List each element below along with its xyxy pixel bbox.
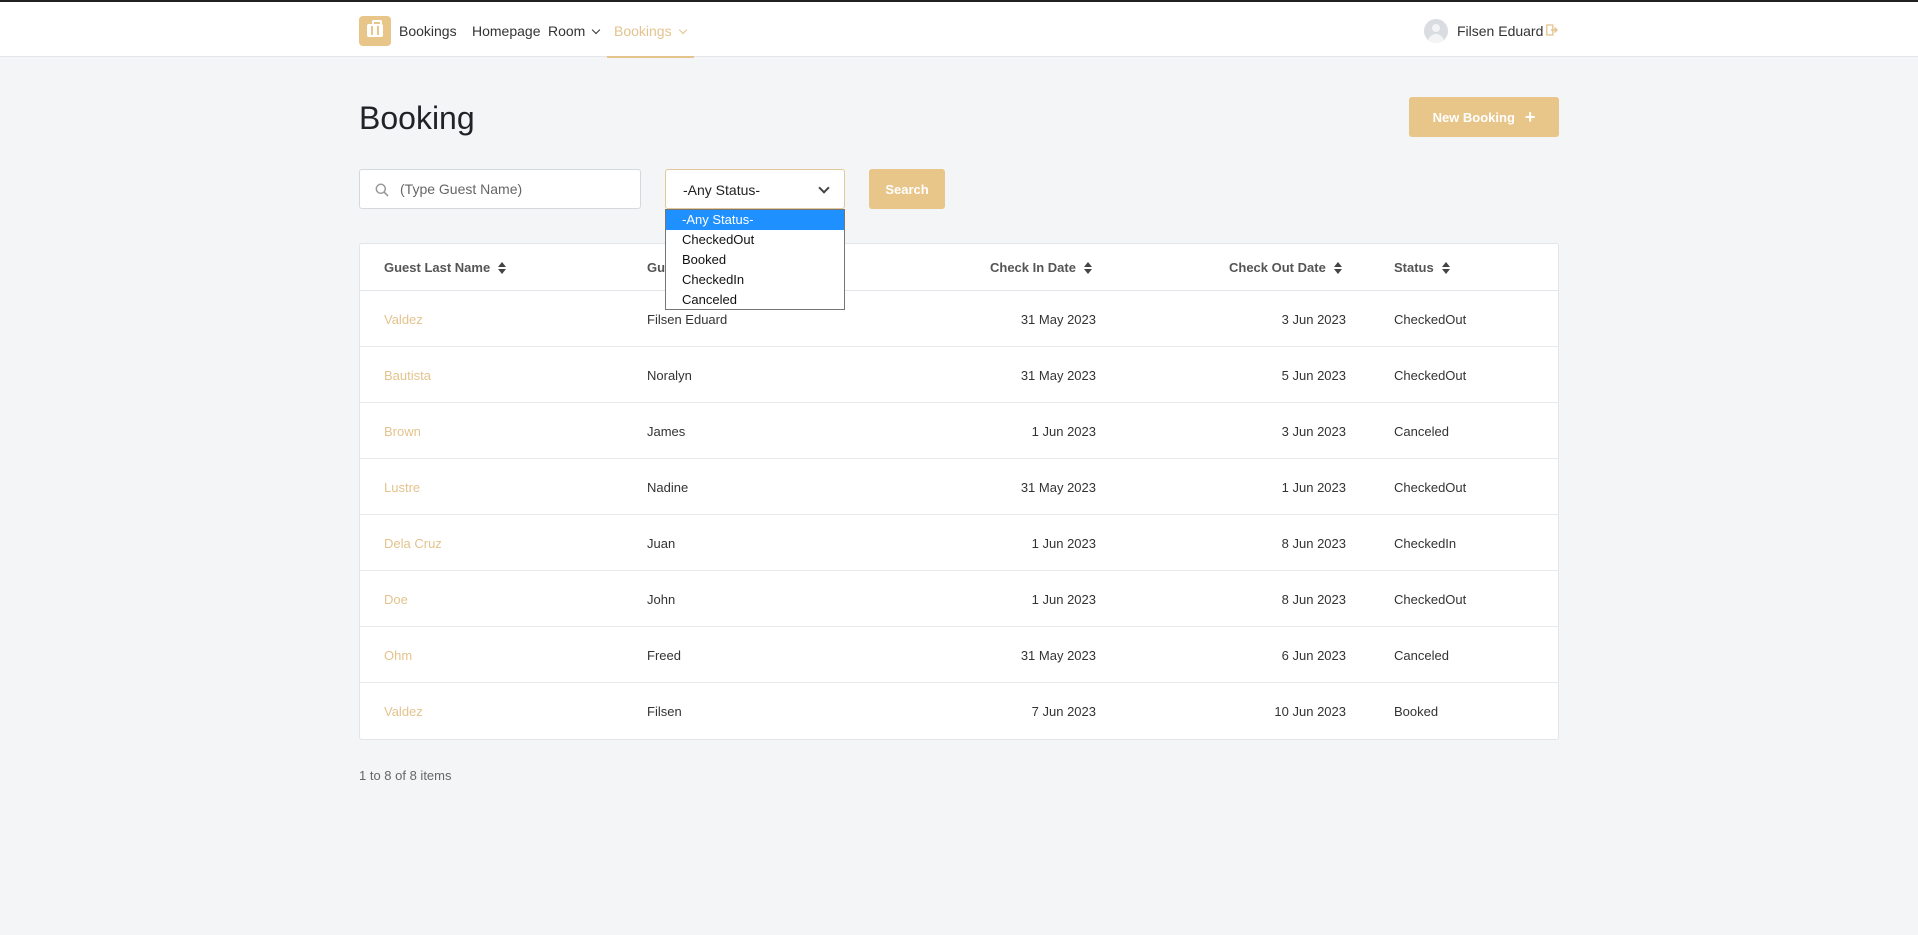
- check-in-date: 1 Jun 2023: [1031, 536, 1096, 551]
- column-label: Guest Last Name: [384, 260, 491, 275]
- booking-status: CheckedOut: [1394, 368, 1467, 383]
- status-option-checkedout[interactable]: CheckedOut: [666, 230, 844, 250]
- column-check-in-date[interactable]: Check In Date: [990, 260, 1092, 275]
- nav-homepage[interactable]: Homepage: [472, 23, 541, 39]
- guest-last-name-link[interactable]: Dela Cruz: [384, 536, 442, 551]
- column-guest-first-name[interactable]: Gu: [647, 260, 665, 275]
- sort-icon: [1441, 261, 1450, 274]
- check-out-date: 5 Jun 2023: [1281, 368, 1346, 383]
- new-booking-button[interactable]: New Booking +: [1409, 97, 1559, 137]
- sort-icon: [1333, 261, 1342, 274]
- booking-status: CheckedOut: [1394, 312, 1467, 327]
- search-button[interactable]: Search: [869, 169, 945, 209]
- active-tab-indicator: [607, 56, 694, 58]
- check-out-date: 6 Jun 2023: [1281, 648, 1346, 663]
- table-row: Lustre Nadine 31 May 2023 1 Jun 2023 Che…: [360, 459, 1558, 515]
- check-in-date: 1 Jun 2023: [1031, 424, 1096, 439]
- column-label: Status: [1394, 260, 1434, 275]
- check-out-date: 8 Jun 2023: [1281, 536, 1346, 551]
- check-out-date: 3 Jun 2023: [1281, 312, 1346, 327]
- check-out-date: 3 Jun 2023: [1281, 424, 1346, 439]
- guest-last-name-link[interactable]: Lustre: [384, 480, 420, 495]
- guest-first-name: Filsen Eduard: [647, 312, 728, 327]
- sort-icon: [498, 261, 507, 274]
- avatar[interactable]: [1424, 19, 1448, 43]
- column-label: Check In Date: [990, 260, 1076, 275]
- logout-icon[interactable]: [1546, 24, 1558, 36]
- guest-last-name-link[interactable]: Ohm: [384, 648, 412, 663]
- guest-last-name-link[interactable]: Doe: [384, 592, 408, 607]
- status-select-value: -Any Status-: [683, 182, 761, 198]
- table-row: Dela Cruz Juan 1 Jun 2023 8 Jun 2023 Che…: [360, 515, 1558, 571]
- guest-search-field[interactable]: [359, 169, 641, 209]
- column-label: Gu: [647, 260, 666, 275]
- status-select[interactable]: -Any Status-: [665, 169, 845, 209]
- status-option-checkedin[interactable]: CheckedIn: [666, 270, 844, 290]
- sort-icon: [1083, 261, 1092, 274]
- guest-first-name: John: [647, 592, 676, 607]
- guest-first-name: Filsen: [647, 704, 682, 719]
- guest-first-name: James: [647, 424, 686, 439]
- check-in-date: 31 May 2023: [1020, 648, 1096, 663]
- check-in-date: 1 Jun 2023: [1031, 592, 1096, 607]
- guest-first-name: Juan: [647, 536, 676, 551]
- column-check-out-date[interactable]: Check Out Date: [1229, 260, 1342, 275]
- status-option-any[interactable]: -Any Status-: [666, 210, 844, 230]
- chevron-down-icon: [678, 25, 687, 35]
- chevron-down-icon: [818, 182, 830, 194]
- guest-last-name-link[interactable]: Valdez: [384, 312, 423, 327]
- page-title: Booking: [359, 100, 475, 136]
- guest-last-name-link[interactable]: Brown: [384, 424, 421, 439]
- check-in-date: 31 May 2023: [1020, 480, 1096, 495]
- top-navbar: Bookings Homepage Room Bookings Filsen E…: [0, 0, 1918, 58]
- bookings-table: Guest Last Name Gu Check In Date Check O…: [359, 243, 1559, 740]
- check-out-date: 10 Jun 2023: [1274, 704, 1346, 719]
- pagination-summary: 1 to 8 of 8 items: [359, 768, 452, 783]
- new-booking-label: New Booking: [1432, 109, 1515, 125]
- column-label: Check Out Date: [1229, 260, 1326, 275]
- guest-last-name-link[interactable]: Bautista: [384, 368, 431, 383]
- table-row: Brown James 1 Jun 2023 3 Jun 2023 Cancel…: [360, 403, 1558, 459]
- nav-room[interactable]: Room: [548, 23, 601, 39]
- nav-bookings[interactable]: Bookings: [614, 23, 687, 39]
- suitcase-logo-icon[interactable]: [359, 16, 391, 46]
- table-header: Guest Last Name Gu Check In Date Check O…: [360, 244, 1558, 291]
- plus-icon: +: [1524, 106, 1536, 127]
- status-dropdown-list: -Any Status- CheckedOut Booked CheckedIn…: [665, 209, 845, 310]
- chevron-down-icon: [592, 25, 601, 35]
- table-row: Bautista Noralyn 31 May 2023 5 Jun 2023 …: [360, 347, 1558, 403]
- table-row: Valdez Filsen Eduard 31 May 2023 3 Jun 2…: [360, 291, 1558, 347]
- booking-status: Canceled: [1394, 648, 1449, 663]
- guest-first-name: Noralyn: [647, 368, 692, 383]
- status-option-booked[interactable]: Booked: [666, 250, 844, 270]
- status-option-canceled[interactable]: Canceled: [666, 290, 844, 310]
- check-in-date: 31 May 2023: [1020, 312, 1096, 327]
- table-row: Valdez Filsen 7 Jun 2023 10 Jun 2023 Boo…: [360, 683, 1558, 739]
- table-row: Ohm Freed 31 May 2023 6 Jun 2023 Cancele…: [360, 627, 1558, 683]
- guest-first-name: Freed: [647, 648, 681, 663]
- booking-status: CheckedOut: [1394, 480, 1467, 495]
- check-out-date: 8 Jun 2023: [1281, 592, 1346, 607]
- table-row: Doe John 1 Jun 2023 8 Jun 2023 CheckedOu…: [360, 571, 1558, 627]
- user-name[interactable]: Filsen Eduard: [1457, 23, 1543, 39]
- booking-status: CheckedOut: [1394, 592, 1467, 607]
- check-out-date: 1 Jun 2023: [1281, 480, 1346, 495]
- nav-room-label: Room: [548, 23, 586, 39]
- booking-status: Booked: [1394, 704, 1439, 719]
- search-icon: [375, 183, 389, 197]
- guest-search-input[interactable]: [400, 179, 630, 199]
- booking-status: Canceled: [1394, 424, 1449, 439]
- nav-bookings-label: Bookings: [614, 23, 672, 39]
- booking-status: CheckedIn: [1394, 536, 1457, 551]
- guest-last-name-link[interactable]: Valdez: [384, 704, 423, 719]
- column-guest-last-name[interactable]: Guest Last Name: [384, 260, 507, 275]
- guest-first-name: Nadine: [647, 480, 689, 495]
- check-in-date: 31 May 2023: [1020, 368, 1096, 383]
- column-status[interactable]: Status: [1394, 260, 1450, 275]
- check-in-date: 7 Jun 2023: [1031, 704, 1096, 719]
- brand-link[interactable]: Bookings: [399, 23, 457, 39]
